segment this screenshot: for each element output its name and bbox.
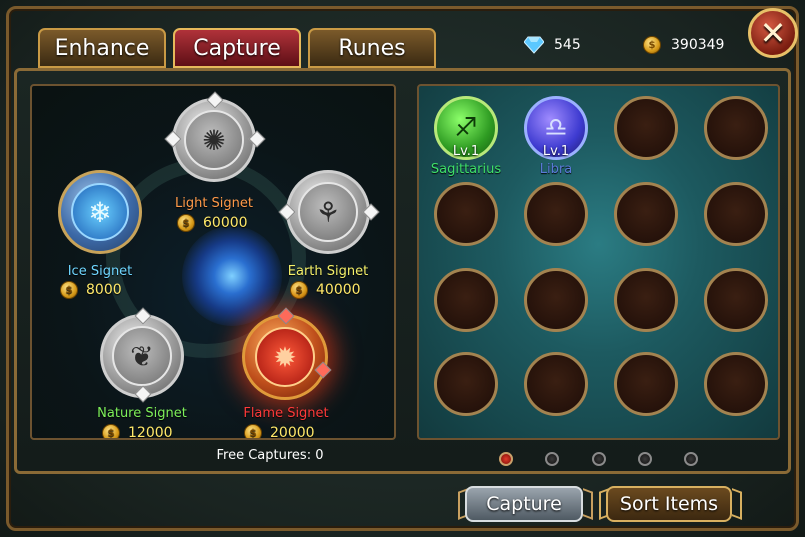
gold-coin-icon: $ <box>102 424 120 438</box>
page-dot[interactable] <box>638 452 652 466</box>
flame-emblem-icon: ✹ <box>255 327 315 387</box>
gold-coin-icon: $ <box>60 281 78 299</box>
vortex-glow <box>182 226 282 326</box>
empty-slot[interactable] <box>704 182 768 246</box>
button-ornament <box>732 488 742 520</box>
nature-signet-label: Nature Signet <box>97 406 187 421</box>
item-level: Lv.1 <box>542 144 570 159</box>
diamond-counter: 545 <box>524 36 581 54</box>
close-button[interactable]: ✕ <box>748 8 798 58</box>
empty-slot[interactable] <box>434 352 498 416</box>
flame-signet-cost: $ 20000 <box>244 424 315 440</box>
tab-runes[interactable]: Runes <box>308 28 436 68</box>
cost-value: 40000 <box>316 282 361 298</box>
flame-signet[interactable]: ✹ <box>242 314 328 400</box>
item-level: Lv.1 <box>452 144 480 159</box>
empty-slot[interactable] <box>434 182 498 246</box>
gold-amount: 390349 <box>671 37 725 53</box>
empty-slot[interactable] <box>614 182 678 246</box>
light-signet-label: Light Signet <box>174 196 254 211</box>
diamond-amount: 545 <box>554 37 581 53</box>
empty-slot[interactable] <box>704 268 768 332</box>
sagittarius-sign-icon: ♐ <box>454 113 478 143</box>
earth-emblem-icon: ⚘ <box>298 182 358 242</box>
flame-signet-label: Flame Signet <box>243 406 329 421</box>
tab-enhance[interactable]: Enhance <box>38 28 166 68</box>
empty-slot[interactable] <box>434 268 498 332</box>
light-signet[interactable]: ✺ <box>172 98 256 182</box>
light-signet-cost: $ 60000 <box>177 214 248 232</box>
page-dot[interactable] <box>499 452 513 466</box>
inventory-grid: ♐ Lv.1 Sagittarius ♎ Lv.1 Libra <box>417 84 780 440</box>
sun-emblem-icon: ✺ <box>184 110 244 170</box>
empty-slot[interactable] <box>524 268 588 332</box>
empty-slot[interactable] <box>614 352 678 416</box>
diamond-icon <box>524 36 544 54</box>
empty-slot[interactable] <box>704 352 768 416</box>
earth-signet-label: Earth Signet <box>287 264 369 279</box>
libra-sign-icon: ♎ <box>544 113 568 143</box>
cost-value: 20000 <box>270 425 315 440</box>
empty-slot[interactable] <box>614 268 678 332</box>
ice-signet[interactable]: ❄ <box>58 170 142 254</box>
tab-capture[interactable]: Capture <box>173 28 301 68</box>
gold-coin-icon: $ <box>244 424 262 438</box>
ice-signet-label: Ice Signet <box>67 264 133 279</box>
capture-screen: Enhance Capture Runes 545 $ 390349 ✕ ✺ L… <box>0 0 805 537</box>
page-dot[interactable] <box>592 452 606 466</box>
item-name-libra: Libra <box>539 162 573 177</box>
signet-panel: ✺ Light Signet $ 60000 ❄ Ice Signet $ 80… <box>30 84 396 440</box>
earth-signet[interactable]: ⚘ <box>286 170 370 254</box>
sort-items-button[interactable]: Sort Items <box>606 486 732 522</box>
nature-signet-cost: $ 12000 <box>102 424 173 440</box>
page-dot[interactable] <box>545 452 559 466</box>
gold-coin-icon: $ <box>290 281 308 299</box>
ice-signet-cost: $ 8000 <box>60 281 122 299</box>
page-dot[interactable] <box>684 452 698 466</box>
cost-value: 60000 <box>203 215 248 231</box>
empty-slot[interactable] <box>524 352 588 416</box>
snowflake-emblem-icon: ❄ <box>71 183 129 241</box>
cost-value: 8000 <box>86 282 122 298</box>
capture-button[interactable]: Capture <box>465 486 583 522</box>
leaf-emblem-icon: ❦ <box>112 326 172 386</box>
item-name-sagittarius: Sagittarius <box>430 162 502 177</box>
button-ornament <box>583 488 593 520</box>
empty-slot[interactable] <box>704 96 768 160</box>
gold-coin-icon: $ <box>643 36 661 54</box>
earth-signet-cost: $ 40000 <box>290 281 361 299</box>
free-captures-text: Free Captures: 0 <box>216 448 324 463</box>
gold-coin-icon: $ <box>177 214 195 232</box>
cost-value: 12000 <box>128 425 173 440</box>
empty-slot[interactable] <box>614 96 678 160</box>
gold-counter: $ 390349 <box>643 36 724 54</box>
empty-slot[interactable] <box>524 182 588 246</box>
